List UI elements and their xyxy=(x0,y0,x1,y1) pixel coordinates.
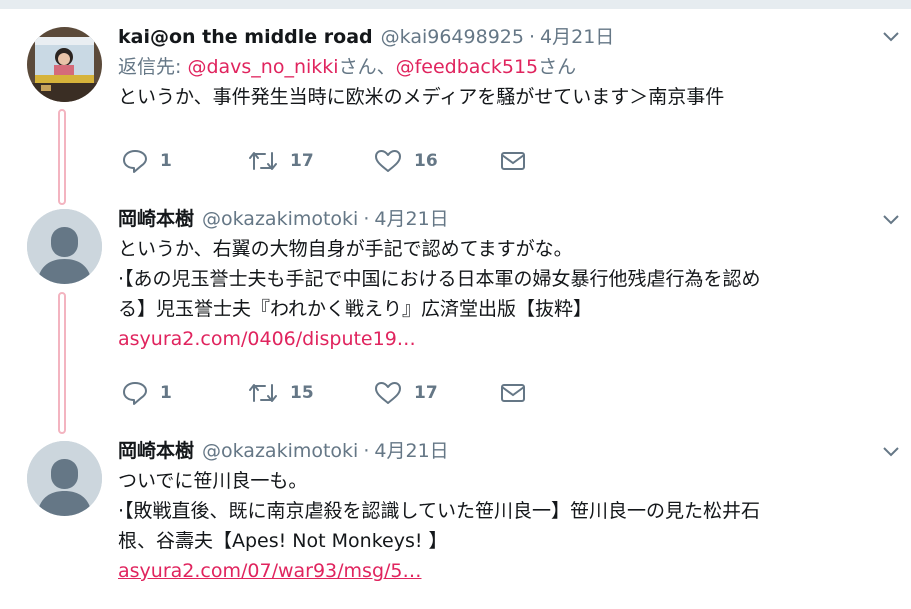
author-handle[interactable]: @okazakimotoki xyxy=(202,208,358,230)
chevron-down-icon[interactable] xyxy=(883,215,899,225)
reply-count: 1 xyxy=(160,151,172,171)
envelope-icon xyxy=(501,152,525,170)
thread-line xyxy=(58,109,66,205)
default-avatar-icon xyxy=(27,209,102,284)
timestamp[interactable]: 4月21日 xyxy=(374,436,448,463)
reply-to-line: 返信先: @davs_no_nikkiさん、@feedback515さん xyxy=(118,52,891,82)
heart-icon xyxy=(375,150,401,172)
avatar[interactable] xyxy=(27,441,102,516)
reply-icon xyxy=(123,382,147,405)
like-count: 16 xyxy=(414,151,438,171)
tweet-actions: 1 15 17 xyxy=(122,378,526,408)
author-name[interactable]: kai@on the middle road xyxy=(118,26,373,48)
tweet-text: る】児玉誉士夫『われかく戦えり』広済堂出版【抜粋】 xyxy=(118,298,593,320)
timestamp[interactable]: 4月21日 xyxy=(540,22,614,49)
top-strip xyxy=(0,0,911,9)
tweet-text: ついでに笹川良一も。 xyxy=(118,470,308,492)
separator-dot: · xyxy=(363,208,370,230)
retweet-count: 17 xyxy=(290,151,314,171)
tweet-text: ·【あの児玉誉士夫も手記で中国における日本軍の婦女暴行他残虐行為を認め xyxy=(118,268,761,290)
tweet-text: 根、谷壽夫【Apes! Not Monkeys! 】 xyxy=(118,530,448,552)
direct-message-button[interactable] xyxy=(500,150,526,172)
retweet-button[interactable]: 17 xyxy=(248,149,374,173)
direct-message-button[interactable] xyxy=(500,382,526,404)
thread-line xyxy=(58,292,66,434)
mention-link[interactable]: @feedback515 xyxy=(396,56,539,78)
reply-suffix: さん xyxy=(538,56,577,78)
separator-dot: · xyxy=(363,440,370,462)
reply-button[interactable]: 1 xyxy=(122,149,248,173)
author-handle[interactable]: @kai96498925 xyxy=(381,26,524,48)
default-avatar-icon xyxy=(27,441,102,516)
retweet-count: 15 xyxy=(290,383,314,403)
author-name[interactable]: 岡崎本樹 xyxy=(118,204,194,231)
like-button[interactable]: 17 xyxy=(374,381,500,405)
avatar-photo xyxy=(27,27,102,102)
reply-icon xyxy=(123,150,147,173)
author-name[interactable]: 岡崎本樹 xyxy=(118,436,194,463)
retweet-icon xyxy=(249,384,277,402)
envelope-icon xyxy=(501,384,525,402)
timestamp[interactable]: 4月21日 xyxy=(374,204,448,231)
reply-count: 1 xyxy=(160,383,172,403)
retweet-icon xyxy=(249,152,277,170)
avatar[interactable] xyxy=(27,27,102,102)
tweet-text: というか、右翼の大物自身が手記で認めてますがな。 xyxy=(118,238,573,260)
tweet[interactable]: kai@on the middle road @kai96498925 · 4月… xyxy=(0,22,911,205)
mention-link[interactable]: @davs_no_nikki xyxy=(187,56,338,78)
reply-mid: さん、 xyxy=(338,56,396,78)
chevron-down-icon[interactable] xyxy=(883,447,899,457)
like-count: 17 xyxy=(414,383,438,403)
author-handle[interactable]: @okazakimotoki xyxy=(202,440,358,462)
tweet[interactable]: 岡崎本樹 @okazakimotoki · 4月21日 ついでに笹川良一も。 ·… xyxy=(0,436,911,609)
tweet[interactable]: 岡崎本樹 @okazakimotoki · 4月21日 というか、右翼の大物自身… xyxy=(0,204,911,434)
chevron-down-icon[interactable] xyxy=(883,32,899,42)
heart-icon xyxy=(375,382,401,404)
tweet-text: というか、事件発生当時に欧米のメディアを騒がせています＞南京事件 xyxy=(118,86,725,108)
reply-button[interactable]: 1 xyxy=(122,381,248,405)
tweet-actions: 1 17 16 xyxy=(122,146,526,176)
separator-dot: · xyxy=(528,26,536,48)
retweet-button[interactable]: 15 xyxy=(248,381,374,405)
reply-prefix: 返信先: xyxy=(118,56,188,78)
tweet-link[interactable]: asyura2.com/07/war93/msg/5… xyxy=(118,556,891,586)
tweet-link[interactable]: asyura2.com/0406/dispute19… xyxy=(118,324,891,354)
like-button[interactable]: 16 xyxy=(374,149,500,173)
avatar[interactable] xyxy=(27,209,102,284)
tweet-text: ·【敗戦直後、既に南京虐殺を認識していた笹川良一】笹川良一の見た松井石 xyxy=(118,500,760,522)
